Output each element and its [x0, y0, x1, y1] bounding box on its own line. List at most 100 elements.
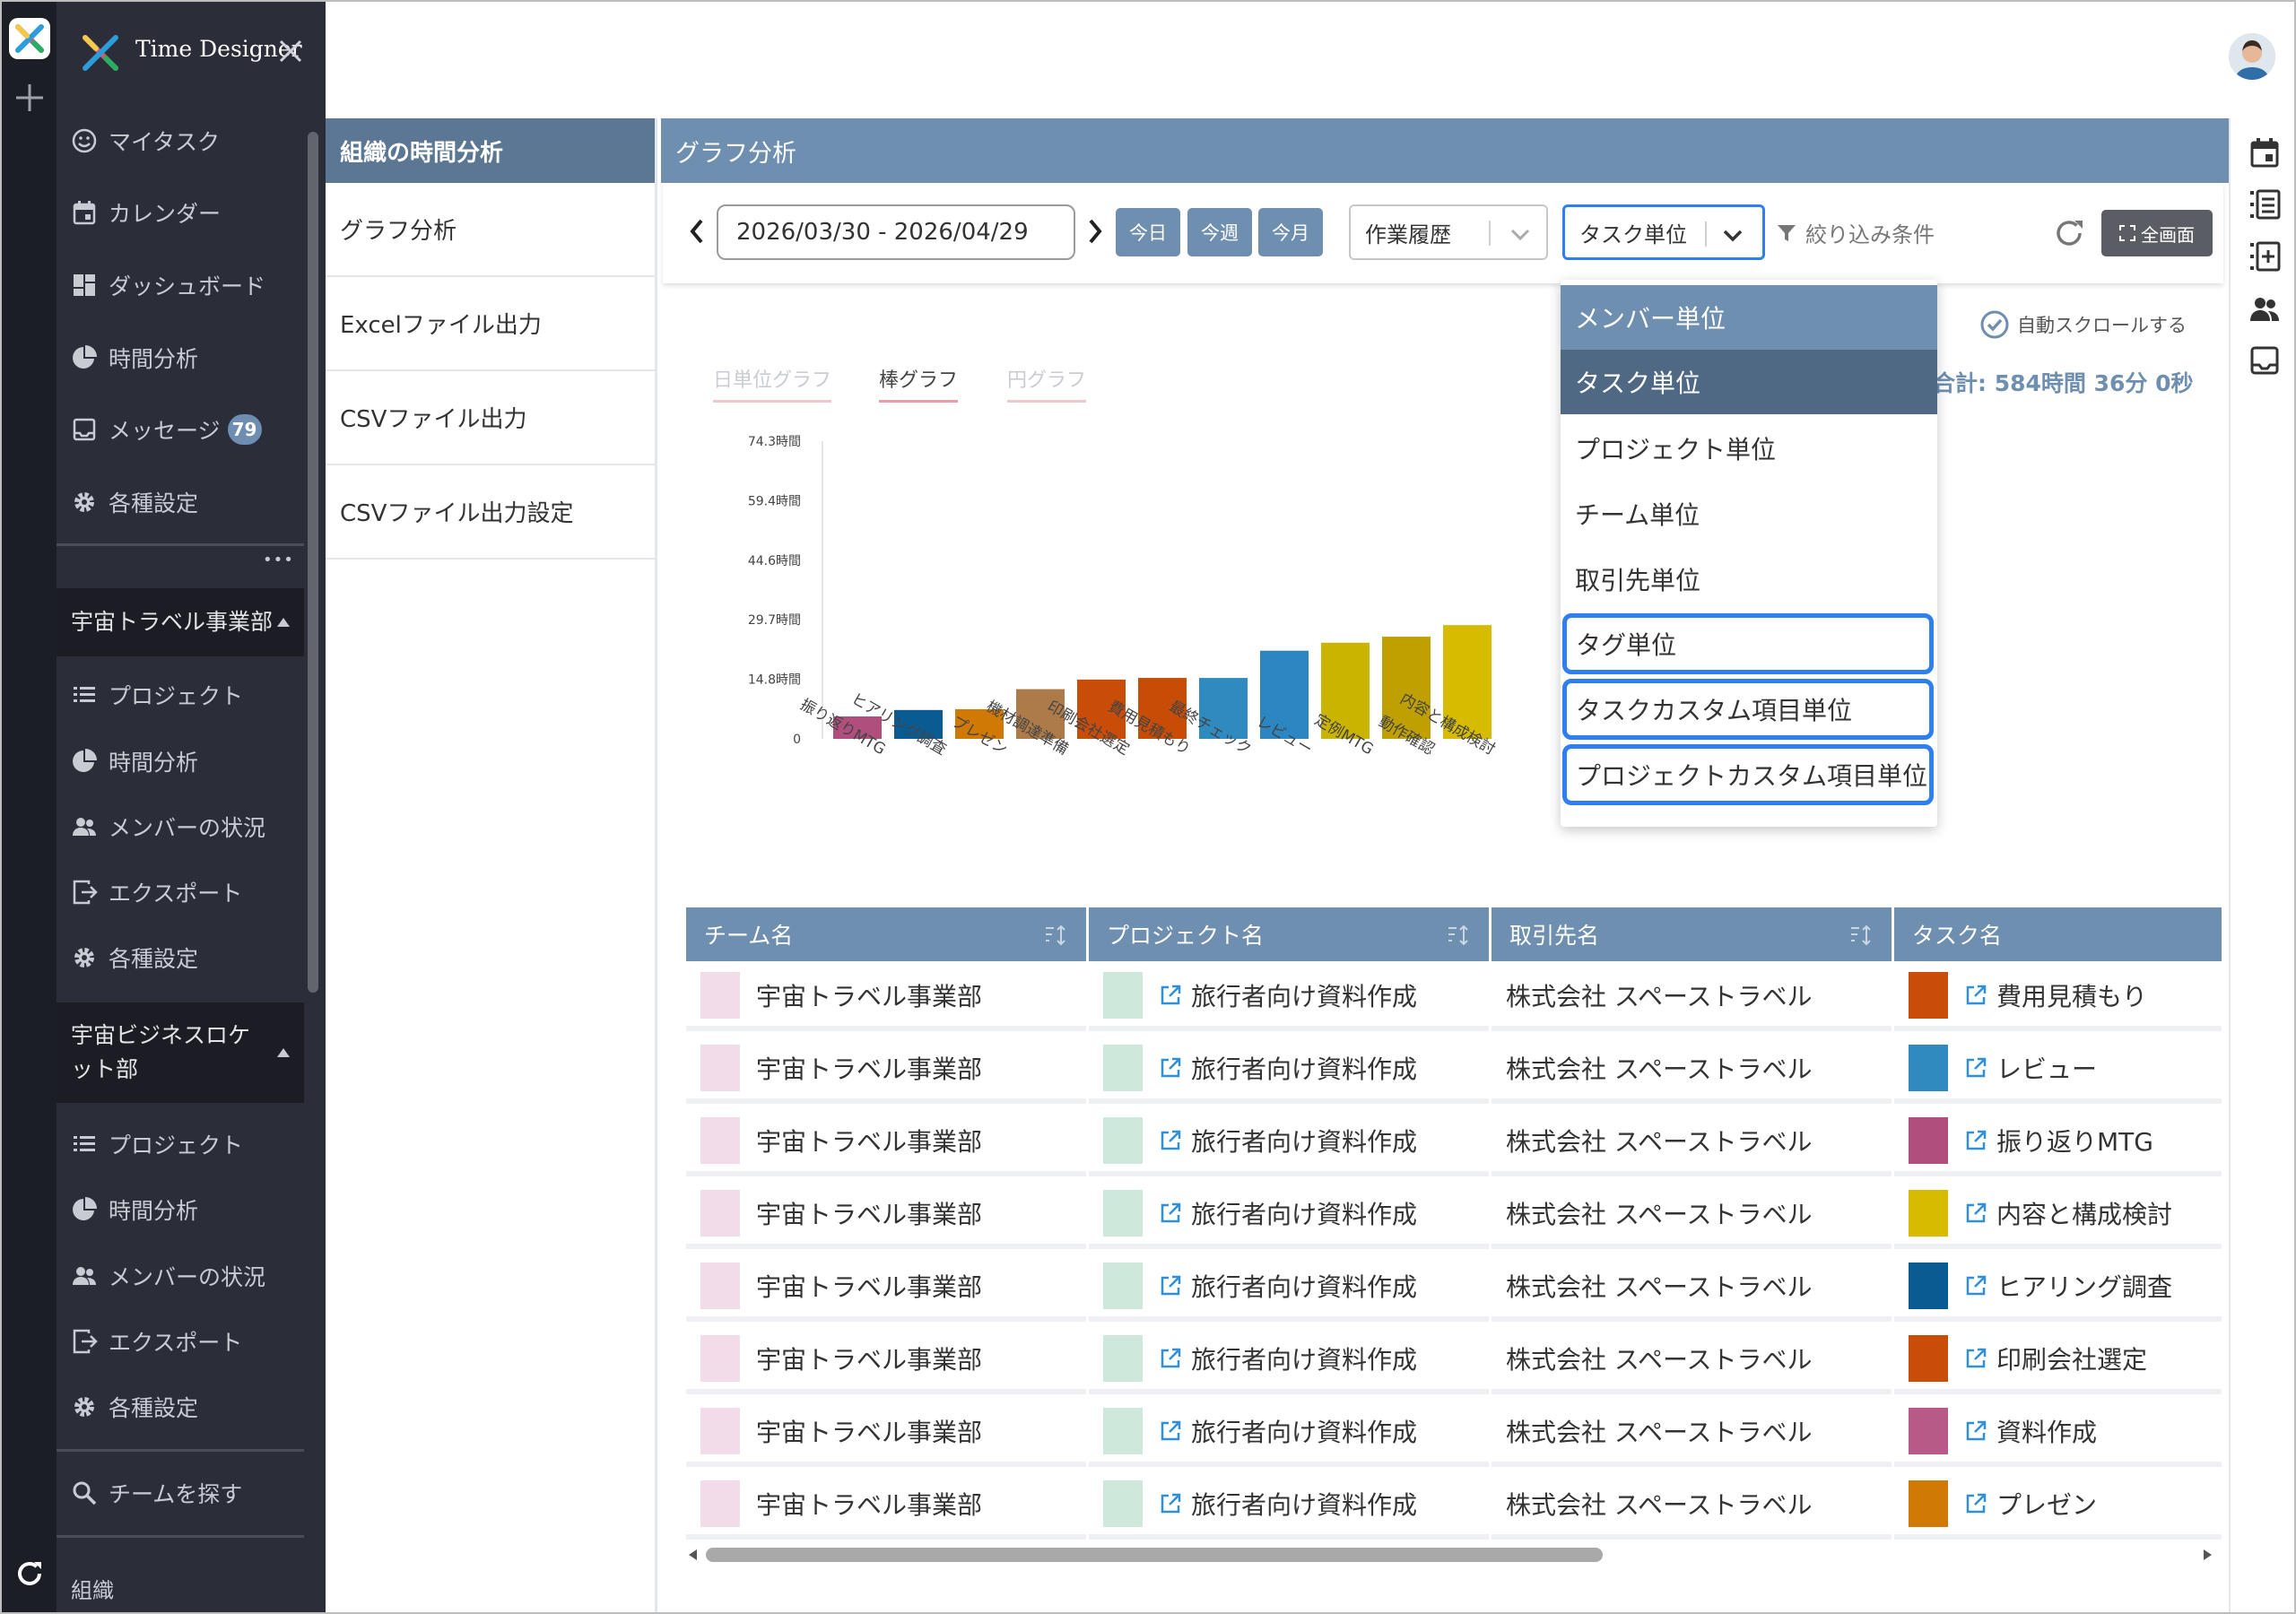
today-button[interactable]: 今日 — [1116, 208, 1180, 256]
external-link-icon[interactable] — [1964, 1129, 1987, 1152]
next-period-icon[interactable] — [1086, 215, 1104, 247]
group1-settings[interactable]: 各種設定 — [71, 930, 198, 985]
external-link-icon[interactable] — [1159, 1274, 1182, 1297]
group1-member-status[interactable]: メンバーの状況 — [71, 799, 265, 855]
table-scroll-thumb[interactable] — [706, 1548, 1603, 1562]
refresh-icon[interactable] — [13, 1557, 47, 1591]
source-select[interactable]: 作業履歴 — [1349, 204, 1548, 260]
add-task-icon[interactable] — [2248, 240, 2281, 273]
project-name[interactable]: 旅行者向け資料作成 — [1191, 1268, 1417, 1304]
option-tag[interactable]: タグ単位 — [1562, 613, 1934, 674]
external-link-icon[interactable] — [1159, 1419, 1182, 1443]
task-name[interactable]: レビュー — [1996, 1050, 2097, 1086]
table-horizontal-scrollbar[interactable] — [686, 1544, 2222, 1566]
task-name[interactable]: 振り返りMTG — [1996, 1123, 2153, 1158]
table-row[interactable]: 宇宙トラベル事業部 旅行者向け資料作成 株式会社 スペーストラベル 印刷会社選定 — [686, 1328, 2222, 1401]
nav-dashboard[interactable]: ダッシュボード — [71, 257, 265, 313]
filter-conditions-button[interactable]: 絞り込み条件 — [1777, 217, 1935, 248]
table-row[interactable]: 宇宙トラベル事業部 旅行者向け資料作成 株式会社 スペーストラベル ヒアリング調査 — [686, 1255, 2222, 1328]
tab-daily[interactable]: 日単位グラフ — [713, 364, 832, 403]
group1-projects[interactable]: プロジェクト — [71, 667, 243, 723]
unit-select[interactable]: タスク単位 — [1562, 204, 1765, 260]
table-row[interactable]: 宇宙トラベル事業部 旅行者向け資料作成 株式会社 スペーストラベル 内容と構成検討 — [686, 1183, 2222, 1255]
autoscroll-checkbox[interactable]: 自動スクロールする — [1979, 309, 2187, 340]
sidebar-scroll-thumb[interactable] — [308, 132, 318, 993]
user-avatar[interactable] — [2229, 33, 2275, 80]
task-name[interactable]: 印刷会社選定 — [1996, 1341, 2147, 1376]
task-name[interactable]: ヒアリング調査 — [1996, 1268, 2172, 1304]
external-link-icon[interactable] — [1964, 984, 1987, 1007]
external-link-icon[interactable] — [1964, 1347, 1987, 1370]
group2-projects[interactable]: プロジェクト — [71, 1116, 243, 1172]
external-link-icon[interactable] — [1159, 1056, 1182, 1080]
task-name[interactable]: 費用見積もり — [1996, 977, 2147, 1013]
submenu-item-csv-settings[interactable]: CSVファイル出力設定 — [326, 465, 655, 560]
external-link-icon[interactable] — [1964, 1419, 1987, 1443]
table-row[interactable]: 宇宙トラベル事業部 旅行者向け資料作成 株式会社 スペーストラベル 費用見積もり — [686, 965, 2222, 1037]
external-link-icon[interactable] — [1964, 1056, 1987, 1080]
project-name[interactable]: 旅行者向け資料作成 — [1191, 977, 1417, 1013]
task-name[interactable]: 資料作成 — [1996, 1413, 2097, 1449]
more-icon[interactable]: ••• — [263, 551, 294, 569]
nav-calendar[interactable]: カレンダー — [71, 185, 221, 240]
members-icon[interactable] — [2248, 292, 2281, 325]
external-link-icon[interactable] — [1159, 1492, 1182, 1515]
calendar-icon[interactable] — [2248, 136, 2281, 169]
project-name[interactable]: 旅行者向け資料作成 — [1191, 1050, 1417, 1086]
table-row[interactable]: 宇宙トラベル事業部 旅行者向け資料作成 株式会社 スペーストラベル 振り返りMTG — [686, 1110, 2222, 1183]
close-sidebar-icon[interactable] — [277, 38, 304, 65]
header-task[interactable]: タスク名 — [1894, 907, 2222, 961]
org-section-label[interactable]: 組織 — [71, 1573, 114, 1604]
task-list-icon[interactable] — [2248, 188, 2281, 221]
external-link-icon[interactable] — [1159, 1347, 1182, 1370]
group2-member-status[interactable]: メンバーの状況 — [71, 1248, 265, 1304]
external-link-icon[interactable] — [1964, 1492, 1987, 1515]
submenu-item-excel[interactable]: Excelファイル出力 — [326, 277, 655, 371]
table-row[interactable]: 宇宙トラベル事業部 旅行者向け資料作成 株式会社 スペーストラベル プレゼン — [686, 1473, 2222, 1546]
fullscreen-button[interactable]: 全画面 — [2101, 210, 2213, 256]
find-team-link[interactable]: チームを探す — [71, 1465, 242, 1521]
option-project-custom[interactable]: プロジェクトカスタム項目単位 — [1562, 744, 1934, 805]
group2-time-analysis[interactable]: 時間分析 — [71, 1182, 198, 1237]
this-month-button[interactable]: 今月 — [1258, 208, 1323, 256]
option-task[interactable]: タスク単位 — [1561, 350, 1937, 414]
group2-export[interactable]: エクスポート — [71, 1314, 242, 1369]
task-name[interactable]: プレゼン — [1996, 1486, 2097, 1522]
nav-settings[interactable]: 各種設定 — [71, 474, 198, 530]
nav-my-tasks[interactable]: マイタスク — [71, 113, 220, 169]
task-name[interactable]: 内容と構成検討 — [1996, 1195, 2172, 1231]
prev-period-icon[interactable] — [688, 215, 706, 247]
nav-time-analysis[interactable]: 時間分析 — [71, 330, 198, 386]
option-client[interactable]: 取引先単位 — [1561, 547, 1937, 612]
tab-pie[interactable]: 円グラフ — [1007, 364, 1087, 403]
table-row[interactable]: 宇宙トラベル事業部 旅行者向け資料作成 株式会社 スペーストラベル 資料作成 — [686, 1401, 2222, 1473]
external-link-icon[interactable] — [1964, 1202, 1987, 1225]
scroll-right-icon[interactable] — [2202, 1548, 2214, 1562]
project-name[interactable]: 旅行者向け資料作成 — [1191, 1341, 1417, 1376]
header-project[interactable]: プロジェクト名 — [1089, 907, 1489, 961]
option-member[interactable]: メンバー単位 — [1561, 285, 1937, 350]
project-name[interactable]: 旅行者向け資料作成 — [1191, 1123, 1417, 1158]
app-logo-icon[interactable] — [9, 18, 50, 59]
table-row[interactable]: 宇宙トラベル事業部 旅行者向け資料作成 株式会社 スペーストラベル レビュー — [686, 1037, 2222, 1110]
group1-time-analysis[interactable]: 時間分析 — [71, 733, 198, 789]
group1-export[interactable]: エクスポート — [71, 864, 242, 920]
submenu-item-graph[interactable]: グラフ分析 — [326, 183, 655, 277]
inbox-icon[interactable] — [2248, 344, 2281, 377]
submenu-item-csv[interactable]: CSVファイル出力 — [326, 371, 655, 465]
date-range-input[interactable]: 2026/03/30 - 2026/04/29 — [717, 204, 1075, 260]
project-name[interactable]: 旅行者向け資料作成 — [1191, 1486, 1417, 1522]
option-team[interactable]: チーム単位 — [1561, 482, 1937, 546]
group-header-travel[interactable]: 宇宙トラベル事業部 — [57, 588, 304, 656]
group-header-business-rocket[interactable]: 宇宙ビジネスロケット部 — [57, 1002, 304, 1103]
option-task-custom[interactable]: タスクカスタム項目単位 — [1562, 679, 1934, 740]
option-project[interactable]: プロジェクト単位 — [1561, 416, 1937, 481]
header-client[interactable]: 取引先名 — [1492, 907, 1892, 961]
external-link-icon[interactable] — [1159, 984, 1182, 1007]
reload-icon[interactable] — [2051, 215, 2087, 251]
external-link-icon[interactable] — [1964, 1274, 1987, 1297]
project-name[interactable]: 旅行者向け資料作成 — [1191, 1195, 1417, 1231]
tab-bar[interactable]: 棒グラフ — [879, 364, 959, 403]
group2-settings[interactable]: 各種設定 — [71, 1379, 198, 1435]
add-workspace-icon[interactable] — [13, 81, 47, 115]
